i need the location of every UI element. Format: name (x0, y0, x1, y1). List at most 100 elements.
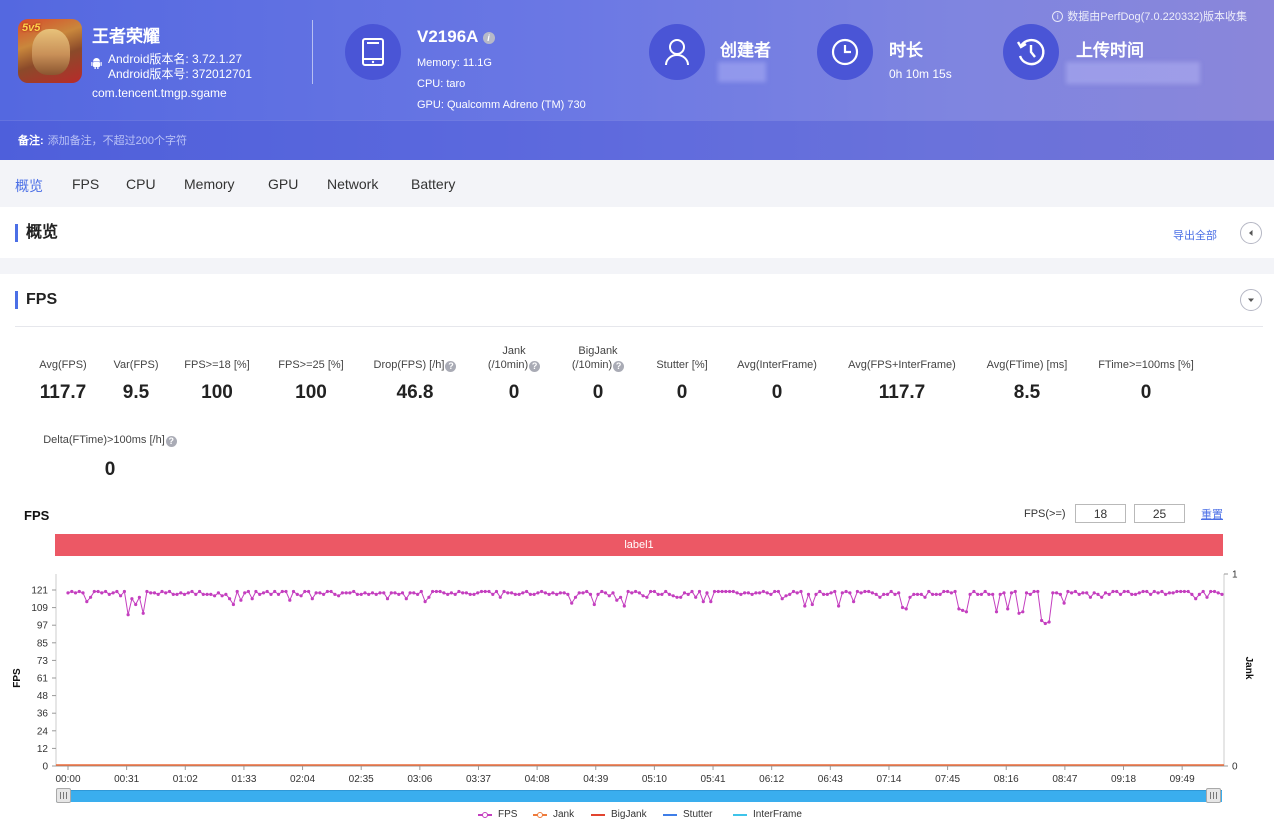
upload-time-redacted (1066, 62, 1200, 84)
app-package: com.tencent.tmgp.sgame (92, 86, 227, 100)
fps-point (1186, 589, 1190, 594)
range-slider-track[interactable] (56, 790, 1222, 802)
range-slider-start-handle[interactable] (56, 788, 71, 803)
y-tick-label: 109 (31, 603, 48, 614)
tab-gpu[interactable]: GPU (268, 176, 298, 192)
fps-point (521, 591, 525, 595)
tab-fps[interactable]: FPS (72, 176, 99, 192)
metric-label-text: FPS>=25 [%] (278, 359, 344, 371)
fps-point (611, 591, 615, 595)
fps-point (461, 591, 465, 595)
fps-point (991, 592, 995, 596)
y-tick-label: 48 (37, 691, 49, 702)
collect-note: i 数据由PerfDog(7.0.220332)版本收集 (1052, 8, 1247, 24)
fps-point (709, 600, 713, 604)
fps-point (231, 602, 235, 607)
legend-item-interframe[interactable]: InterFrame (733, 809, 802, 820)
fps-point (686, 592, 690, 596)
fps-threshold-2-input[interactable] (1134, 504, 1185, 523)
tab-cpu[interactable]: CPU (126, 176, 156, 192)
label-bar[interactable]: label1 (55, 534, 1223, 556)
device-memory: Memory: 11.1G (417, 57, 492, 69)
legend-item-jank[interactable]: Jank (533, 809, 574, 820)
fps-point (844, 589, 848, 594)
remark-label: 备注: (18, 135, 44, 147)
fps-point (1190, 592, 1194, 596)
range-slider-end-handle[interactable] (1206, 788, 1221, 803)
reset-button[interactable]: 重置 (1201, 506, 1223, 522)
fps-point (438, 589, 442, 594)
fps-point (818, 589, 822, 594)
history-icon (1016, 38, 1045, 66)
fps-point (592, 602, 596, 607)
info-icon[interactable]: i (482, 32, 495, 44)
fps-point (664, 589, 668, 594)
fps-point (1024, 591, 1029, 595)
fps-point (1066, 589, 1070, 594)
fps-point (149, 591, 153, 595)
fps-point (171, 592, 175, 596)
upload-time-icon-circle (1003, 24, 1059, 80)
fps-point (487, 589, 491, 594)
export-all-link[interactable]: 导出全部 (1173, 227, 1217, 243)
fps-point (822, 592, 826, 596)
fps-point (1028, 592, 1032, 596)
fps-collapse-button[interactable] (1240, 289, 1262, 311)
legend-item-stutter[interactable]: Stutter (663, 809, 712, 820)
creator-icon-circle (649, 24, 705, 80)
fps-point (363, 591, 367, 595)
fps-threshold-1-input[interactable] (1075, 504, 1126, 523)
user-icon (665, 39, 689, 66)
fps-point (273, 589, 277, 594)
x-tick-label: 00:31 (114, 774, 139, 785)
collapse-sidebar-button[interactable] (1240, 222, 1262, 244)
fps-point (915, 592, 920, 596)
tab-memory[interactable]: Memory (184, 176, 235, 192)
x-tick-label: 09:49 (1170, 774, 1195, 785)
fps-point (344, 591, 348, 595)
report-header: 5v5 王者荣耀 Android版本名: 3.72.1.27 Android版本… (0, 0, 1274, 160)
fps-point (637, 591, 642, 595)
fps-point (1081, 591, 1085, 595)
fps-point (130, 597, 134, 601)
x-tick-label: 08:47 (1052, 774, 1077, 785)
fps-point (137, 595, 141, 599)
fps-point (825, 592, 829, 596)
fps-point (408, 591, 412, 595)
fps-point (622, 604, 626, 608)
fps-point (213, 594, 217, 598)
fps-point (1100, 595, 1104, 599)
fps-point (235, 589, 239, 594)
duration-icon-circle (817, 24, 873, 80)
fps-point (908, 595, 912, 599)
fps-point (837, 604, 841, 608)
legend-item-bigjank[interactable]: BigJank (591, 809, 647, 820)
legend-marker-stutter (663, 811, 677, 819)
metric-12: Delta(FTime)>100ms [/h]? 0 (0, 433, 240, 481)
tab-network[interactable]: Network (327, 176, 378, 192)
fps-point (1088, 595, 1092, 599)
x-tick-label: 08:16 (994, 774, 1019, 785)
legend-item-fps[interactable]: FPS (478, 809, 517, 820)
legend-label: InterFrame (753, 809, 802, 820)
fps-chart[interactable]: 0 12 24 36 48 61 73 85 97 109 121 1 0 FPS Jank 00:00 00:… (0, 560, 1274, 786)
tab-battery[interactable]: Battery (411, 176, 455, 192)
help-icon[interactable]: ? (165, 436, 177, 447)
fps-point (773, 589, 777, 594)
x-tick-label: 04:08 (525, 774, 550, 785)
tab-overview[interactable]: 概览 (15, 176, 43, 196)
fps-point (791, 589, 796, 594)
app-version-info: Android版本名: 3.72.1.27 Android版本号: 372012… (108, 52, 252, 82)
remark-field[interactable]: 备注: 添加备注，不超过200个字符 (18, 132, 187, 148)
fps-point (427, 595, 431, 599)
fps-point (540, 589, 544, 594)
fps-point (307, 589, 311, 594)
x-tick-label: 09:18 (1111, 774, 1136, 785)
fps-point (506, 591, 510, 595)
remark-placeholder[interactable]: 添加备注，不超过200个字符 (48, 135, 187, 147)
fps-point (284, 589, 288, 594)
fps-point (352, 589, 356, 594)
fps-point (442, 591, 446, 595)
fps-point (254, 589, 258, 594)
fps-point (882, 592, 886, 596)
